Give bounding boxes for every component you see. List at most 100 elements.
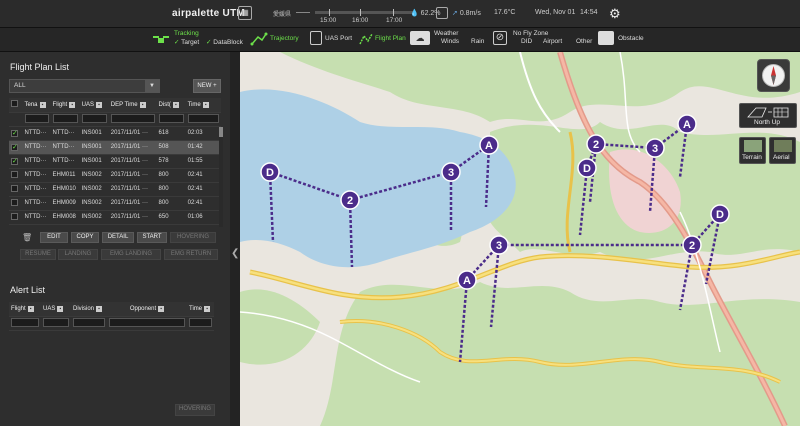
col-header-time[interactable]: Time ▪ [185, 98, 221, 113]
alert-time-filter-field[interactable] [189, 317, 212, 327]
collapse-panel-icon[interactable]: ❮ [231, 248, 239, 259]
sort-icon[interactable]: ▪ [57, 305, 64, 312]
sort-icon[interactable]: ▪ [69, 101, 76, 108]
waypoint-marker[interactable]: 2 [586, 134, 606, 154]
row-checkbox[interactable] [11, 184, 18, 192]
tenant-filter-field[interactable] [24, 113, 49, 123]
alert-col-opponent[interactable]: Opponent ▪ [107, 302, 187, 317]
table-row[interactable]: ✓ NTTD··· NTTD··· INS001 2017/11/01 ··· 508 01… [9, 140, 221, 155]
row-checkbox-cell[interactable]: ✓ [9, 140, 23, 155]
tenant-filter-select[interactable]: ALL ▼ [9, 79, 160, 93]
weather-icon[interactable]: ☁ [410, 31, 430, 45]
north-up-button[interactable]: North Up [739, 103, 797, 128]
compass-button[interactable] [757, 59, 790, 92]
record-icon[interactable] [436, 7, 448, 19]
did-toggle[interactable]: DID [521, 38, 532, 45]
time-filter-field[interactable] [187, 113, 219, 123]
alert-col-flight[interactable]: Flight ▪ [9, 302, 41, 317]
table-scrollbar[interactable] [219, 127, 223, 227]
table-row[interactable]: NTTD··· EHM008 INS002 2017/11/01 ··· 650 01:0… [9, 210, 221, 225]
alert-uas-filter-field[interactable] [43, 317, 69, 327]
hovering-button[interactable]: HOVERING [170, 232, 216, 243]
row-checkbox[interactable]: ✓ [11, 129, 18, 137]
detail-button[interactable]: DETAIL [102, 232, 134, 243]
row-checkbox[interactable] [11, 198, 18, 206]
dist-filter-field[interactable] [158, 113, 184, 123]
weather-toggle[interactable]: Weather [434, 30, 458, 37]
sort-icon[interactable]: ▪ [202, 101, 209, 108]
col-header-uas[interactable]: UAS ▪ [79, 98, 109, 113]
trajectory-toggle[interactable]: Trajectory [270, 35, 299, 42]
alert-col-division[interactable]: Division ▪ [71, 302, 107, 317]
row-checkbox-cell[interactable] [9, 182, 23, 197]
map-view[interactable]: D23AD23AD23A North Up Terrain Aerial [240, 52, 800, 426]
row-checkbox[interactable] [11, 212, 18, 220]
waypoint-marker[interactable]: D [577, 158, 597, 178]
alert-opponent-filter-field[interactable] [109, 317, 185, 327]
col-header-flight[interactable]: Flight ▪ [50, 98, 80, 113]
sort-icon[interactable]: ▪ [27, 305, 34, 312]
row-checkbox[interactable] [11, 170, 18, 178]
copy-button[interactable]: COPY [71, 232, 99, 243]
resume-button[interactable]: RESUME [20, 249, 56, 260]
new-flight-plan-button[interactable]: NEW + [193, 79, 221, 93]
waypoint-marker[interactable]: 3 [441, 162, 461, 182]
col-header-tenant[interactable]: Tena ▪ [22, 98, 51, 113]
waypoint-marker[interactable]: A [479, 135, 499, 155]
trash-icon[interactable]: 🗑 [22, 233, 32, 242]
sort-icon[interactable]: ▪ [95, 101, 102, 108]
flight-plan-icon[interactable] [358, 32, 374, 46]
col-header-dist[interactable]: Dist(▪ [156, 98, 186, 113]
terrain-button[interactable]: Terrain [739, 137, 766, 164]
alert-flight-filter-field[interactable] [11, 317, 39, 327]
landing-button[interactable]: LANDING [58, 249, 98, 260]
select-all-cell[interactable] [9, 98, 23, 113]
waypoint-marker[interactable]: 3 [645, 138, 665, 158]
gear-icon[interactable]: ⚙ [609, 7, 622, 20]
flight-plan-toggle[interactable]: Flight Plan [375, 35, 406, 42]
table-row[interactable]: ✓ NTTD··· NTTD··· INS001 2017/11/01 ··· 618 02… [9, 126, 221, 141]
emg-return-button[interactable]: EMG RETURN [164, 249, 218, 260]
waypoint-marker[interactable]: D [710, 204, 730, 224]
sort-icon[interactable]: ▪ [96, 305, 103, 312]
airport-toggle[interactable]: Airport [543, 38, 562, 45]
row-checkbox-cell[interactable] [9, 168, 23, 183]
start-button[interactable]: START [137, 232, 167, 243]
drone-icon[interactable] [152, 34, 170, 46]
alert-division-filter-field[interactable] [73, 317, 105, 327]
waypoint-marker[interactable]: 2 [340, 190, 360, 210]
alert-col-time[interactable]: Time ▪ [187, 302, 214, 317]
emg-landing-button[interactable]: EMG LANDING [101, 249, 161, 260]
scrollbar-thumb[interactable] [219, 127, 223, 137]
other-toggle[interactable]: Other [576, 38, 592, 45]
waypoint-marker[interactable]: A [677, 114, 697, 134]
flight-filter-field[interactable] [52, 113, 78, 123]
tracking-toggle[interactable]: Tracking [174, 30, 199, 37]
target-toggle[interactable]: ✓ Target [174, 38, 199, 46]
no-fly-zone-icon[interactable]: ⊘ [493, 31, 507, 45]
row-checkbox-cell[interactable]: ✓ [9, 126, 23, 141]
row-checkbox-cell[interactable]: ✓ [9, 154, 23, 169]
trajectory-icon[interactable] [250, 32, 268, 46]
table-row[interactable]: NTTD··· EHM009 INS002 2017/11/01 ··· 800 02:4… [9, 196, 221, 211]
sort-icon[interactable]: ▪ [172, 101, 179, 108]
row-checkbox[interactable]: ✓ [11, 157, 18, 165]
uas-port-toggle[interactable]: UAS Port [325, 35, 352, 42]
col-header-dep-time[interactable]: DEP Time ▪ [108, 98, 157, 113]
row-checkbox-cell[interactable] [9, 210, 23, 225]
table-row[interactable]: ✓ NTTD··· NTTD··· INS001 2017/11/01 ··· 578 01… [9, 154, 221, 169]
sort-icon[interactable]: ▪ [39, 101, 46, 108]
timeline-slider[interactable] [315, 11, 415, 14]
no-fly-zone-toggle[interactable]: No Fly Zone [513, 30, 548, 37]
obstacle-toggle[interactable]: Obstacle [618, 35, 644, 42]
row-checkbox-cell[interactable] [9, 196, 23, 211]
sort-icon[interactable]: ▪ [139, 101, 146, 108]
table-row[interactable]: NTTD··· EHM011 INS002 2017/11/01 ··· 800 02:4… [9, 168, 221, 183]
obstacle-icon[interactable] [598, 31, 614, 45]
alert-col-uas[interactable]: UAS ▪ [41, 302, 71, 317]
waypoint-marker[interactable]: D [260, 162, 280, 182]
dep-filter-field[interactable] [110, 113, 155, 123]
sort-icon[interactable]: ▪ [158, 305, 165, 312]
select-all-checkbox[interactable] [11, 100, 18, 108]
uas-filter-field[interactable] [81, 113, 107, 123]
